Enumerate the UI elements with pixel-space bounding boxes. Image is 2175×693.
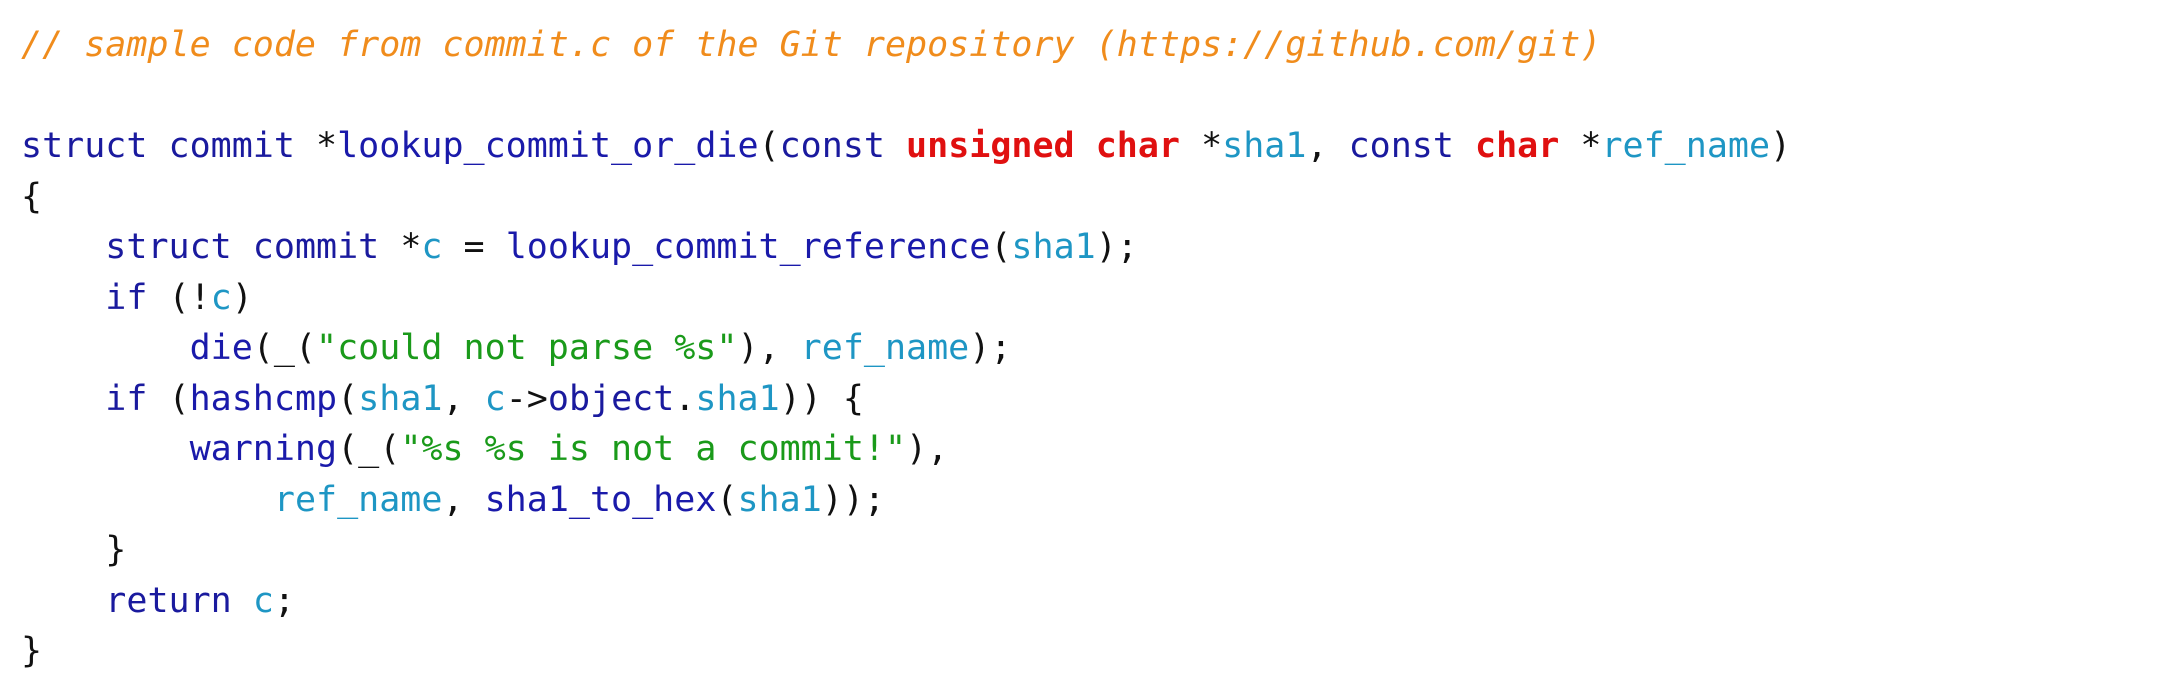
code-punctuation: } xyxy=(21,631,43,671)
code-variable: sha1 xyxy=(1011,227,1096,267)
code-variable: ref_name xyxy=(800,328,970,368)
code-type: unsigned char xyxy=(906,126,1202,166)
code-variable: c xyxy=(252,580,274,621)
code-punctuation: * xyxy=(1201,126,1223,166)
code-variable: ref_name xyxy=(1601,126,1771,166)
code-function-name: hashcmp xyxy=(189,378,338,419)
code-punctuation: , xyxy=(1306,126,1349,166)
code-keyword: const xyxy=(1348,126,1476,166)
code-keyword: object xyxy=(547,378,675,419)
code-keyword: struct commit xyxy=(105,227,401,267)
code-line: struct commit *c = lookup_commit_referen… xyxy=(21,222,1791,273)
code-variable: c xyxy=(210,277,232,318)
code-keyword: if xyxy=(105,277,169,318)
code-line: } xyxy=(21,626,1791,677)
code-variable: sha1 xyxy=(358,378,443,419)
code-line: die(_("could not parse %s"), ref_name); xyxy=(21,323,1791,374)
code-punctuation: ( xyxy=(337,378,359,419)
code-block: // sample code from commit.c of the Git … xyxy=(21,20,1791,677)
code-line: if (!c) xyxy=(21,273,1791,324)
code-function-name: die xyxy=(189,328,253,368)
code-punctuation: * xyxy=(1580,126,1602,166)
code-punctuation: ( xyxy=(990,227,1012,267)
code-punctuation: } xyxy=(105,530,127,570)
code-punctuation: -> xyxy=(505,378,548,419)
code-variable: sha1 xyxy=(695,378,780,419)
code-variable: ref_name xyxy=(273,479,443,520)
code-string: "could not parse %s" xyxy=(316,328,738,368)
code-punctuation: (_( xyxy=(252,328,317,368)
code-keyword: if xyxy=(105,378,169,419)
code-variable: c xyxy=(484,378,506,419)
code-line: warning(_("%s %s is not a commit!"), xyxy=(21,424,1791,475)
code-string: "%s %s is not a commit!" xyxy=(400,429,907,469)
code-punctuation: = xyxy=(442,227,506,267)
code-punctuation: ( xyxy=(758,126,780,166)
code-comment: // sample code from commit.c of the Git … xyxy=(21,25,1602,65)
code-line: // sample code from commit.c of the Git … xyxy=(21,20,1791,71)
code-punctuation: ; xyxy=(273,580,295,621)
code-line: if (hashcmp(sha1, c->object.sha1)) { xyxy=(21,374,1791,425)
code-punctuation: ( xyxy=(716,479,738,520)
code-punctuation: ); xyxy=(969,328,1012,368)
code-punctuation: ) xyxy=(231,277,253,318)
code-variable: sha1 xyxy=(737,479,822,520)
code-function-name: lookup_commit_reference xyxy=(505,227,991,267)
code-punctuation: )); xyxy=(821,479,885,520)
code-keyword: return xyxy=(105,580,253,621)
code-variable: sha1 xyxy=(1222,126,1307,166)
code-punctuation: * xyxy=(316,126,338,166)
code-line: struct commit *lookup_commit_or_die(cons… xyxy=(21,121,1791,172)
code-line: } xyxy=(21,525,1791,576)
code-function-name: lookup_commit_or_die xyxy=(337,126,759,166)
code-line: return c; xyxy=(21,576,1791,627)
code-punctuation: , xyxy=(442,479,485,520)
code-punctuation: )) { xyxy=(779,378,864,419)
code-keyword: struct commit xyxy=(21,126,317,166)
code-function-name: sha1_to_hex xyxy=(484,479,717,520)
code-keyword: const xyxy=(779,126,907,166)
code-line: ref_name, sha1_to_hex(sha1)); xyxy=(21,475,1791,526)
code-punctuation: , xyxy=(442,378,485,419)
code-punctuation: ( xyxy=(168,378,190,419)
code-punctuation: ), xyxy=(737,328,801,368)
code-punctuation: * xyxy=(400,227,422,267)
code-punctuation: { xyxy=(21,176,43,217)
code-line: { xyxy=(21,172,1791,223)
code-punctuation: ) xyxy=(1770,126,1792,166)
code-punctuation: (_( xyxy=(337,429,401,469)
code-variable: c xyxy=(421,227,443,267)
code-punctuation: . xyxy=(674,378,696,419)
code-punctuation: ); xyxy=(1095,227,1138,267)
code-function-name: warning xyxy=(189,429,338,469)
code-type: char xyxy=(1475,126,1581,166)
code-punctuation: ), xyxy=(906,429,949,469)
code-punctuation: (! xyxy=(168,277,211,318)
